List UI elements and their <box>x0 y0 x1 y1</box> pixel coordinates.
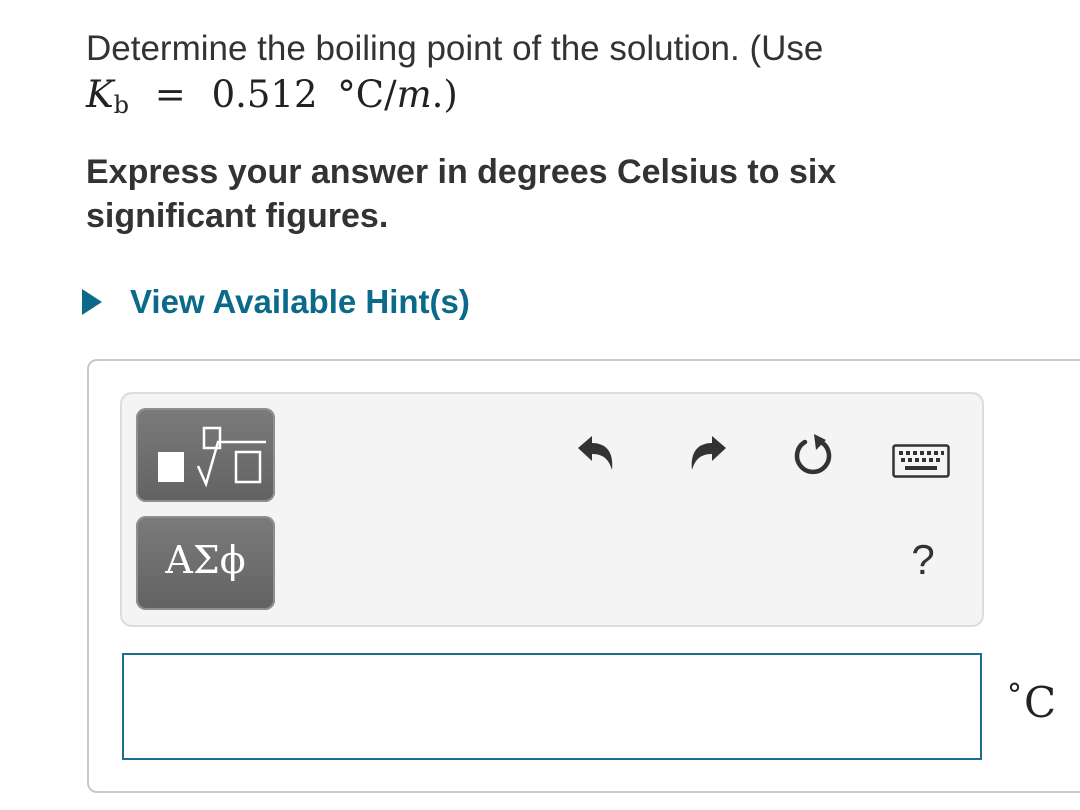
kb-unit-m: m <box>396 73 432 116</box>
problem-page: Determine the boiling point of the solut… <box>0 0 1080 810</box>
templates-button[interactable] <box>136 408 275 502</box>
keyboard-button[interactable] <box>892 444 950 478</box>
help-button[interactable]: ? <box>898 536 948 590</box>
kb-symbol: K <box>86 73 114 116</box>
question-text: Determine the boiling point of the solut… <box>86 26 986 128</box>
equals-sign: = <box>154 73 186 116</box>
undo-icon <box>578 436 613 470</box>
redo-icon <box>691 436 726 470</box>
answer-unit: °C <box>1007 678 1056 727</box>
answer-input[interactable] <box>122 653 982 760</box>
kb-unit-c: C <box>355 73 385 116</box>
reset-button[interactable] <box>788 430 838 480</box>
unit-degree: ° <box>1007 678 1022 713</box>
view-hints-toggle[interactable]: View Available Hint(s) <box>82 280 470 324</box>
unit-symbol: C <box>1024 678 1057 727</box>
reset-icon <box>794 434 832 475</box>
redo-button[interactable] <box>684 430 730 476</box>
view-hints-label: View Available Hint(s) <box>130 283 470 320</box>
question-line-1: Determine the boiling point of the solut… <box>86 29 824 68</box>
kb-degree: ° <box>337 73 356 116</box>
kb-value: 0.512 <box>211 73 318 116</box>
kb-subscript: b <box>113 91 130 119</box>
kb-slash: / <box>384 73 397 116</box>
kb-closing: .) <box>431 73 458 116</box>
kb-expression: Kb = 0.512 °C/m.) <box>86 72 986 128</box>
caret-right-icon <box>82 289 102 315</box>
templates-icon <box>158 426 266 488</box>
answer-instruction: Express your answer in degrees Celsius t… <box>86 153 837 235</box>
greek-symbols-label: ΑΣϕ <box>165 538 246 582</box>
undo-button[interactable] <box>574 430 620 476</box>
keyboard-icon <box>892 444 950 478</box>
greek-symbols-button[interactable]: ΑΣϕ <box>136 516 275 610</box>
